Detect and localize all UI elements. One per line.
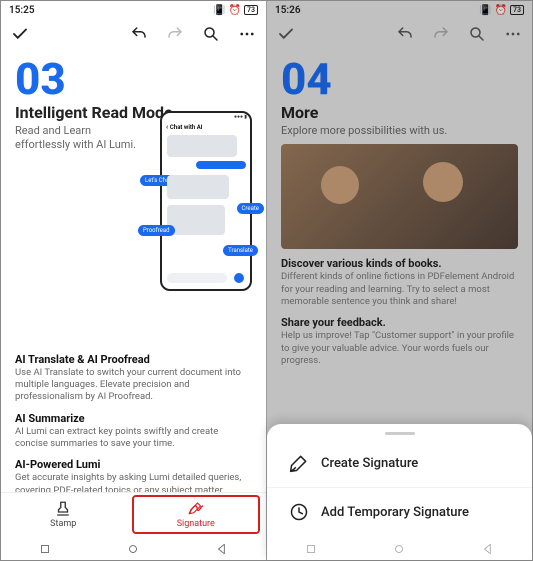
more-icon[interactable] — [238, 25, 256, 43]
bubble-translate: Translate — [223, 245, 258, 256]
feature-desc: AI Lumi can extract key points swiftly a… — [15, 426, 252, 451]
app-toolbar — [267, 19, 532, 49]
stamp-icon — [54, 500, 72, 518]
recent-apps-icon[interactable] — [38, 541, 52, 555]
page-subtitle: Read and Learn effortlessly with AI Lumi… — [15, 124, 145, 153]
done-icon[interactable] — [277, 25, 295, 43]
battery-badge: 73 — [510, 5, 524, 15]
home-icon[interactable] — [392, 541, 406, 555]
left-phone: 15:25 📳 ⏰ 73 03 Intelligent Read Mode Re… — [1, 1, 266, 560]
send-icon — [234, 273, 244, 283]
pen-icon — [289, 453, 309, 473]
section-desc: Help us improve! Tap "Customer support" … — [281, 330, 518, 367]
recent-apps-icon[interactable] — [304, 541, 318, 555]
feature-desc: Get accurate insights by asking Lumi det… — [15, 472, 252, 492]
system-navbar — [267, 536, 532, 560]
page-number: 03 — [15, 57, 252, 101]
status-bar: 15:26 📳 ⏰ 73 — [267, 1, 532, 19]
sheet-item-temp-signature[interactable]: Add Temporary Signature — [267, 487, 532, 536]
bottom-item-stamp[interactable]: Stamp — [1, 493, 126, 536]
done-icon[interactable] — [11, 25, 29, 43]
undo-icon[interactable] — [130, 25, 148, 43]
feature-title: AI Translate & AI Proofread — [15, 353, 252, 366]
signature-sheet: Create Signature Add Temporary Signature — [267, 424, 532, 560]
sheet-label: Create Signature — [321, 456, 418, 471]
sheet-item-create-signature[interactable]: Create Signature — [267, 439, 532, 487]
page-number: 04 — [281, 57, 518, 101]
section-desc: Different kinds of online fictions in PD… — [281, 271, 518, 308]
feature-desc: Use AI Translate to switch your current … — [15, 367, 252, 404]
undo-icon[interactable] — [396, 25, 414, 43]
system-navbar — [1, 536, 266, 560]
bubble-create: Create — [237, 203, 264, 214]
bottom-bar: Stamp Signature — [1, 492, 266, 536]
feature-title: AI-Powered Lumi — [15, 458, 252, 471]
more-icon[interactable] — [504, 25, 522, 43]
back-icon[interactable] — [215, 541, 229, 555]
alarm-icon: ⏰ — [495, 5, 507, 16]
vibrate-icon: 📳 — [213, 5, 225, 16]
app-toolbar — [1, 19, 266, 49]
page-title: More — [281, 103, 518, 122]
sheet-grabber[interactable] — [385, 432, 415, 435]
onboarding-content: 03 Intelligent Read Mode Read and Learn … — [1, 49, 266, 492]
redo-icon[interactable] — [166, 25, 184, 43]
status-time: 15:25 — [9, 5, 35, 16]
redo-icon[interactable] — [432, 25, 450, 43]
sheet-label: Add Temporary Signature — [321, 505, 469, 520]
section-title: Discover various kinds of books. — [281, 257, 518, 270]
vibrate-icon: 📳 — [479, 5, 491, 16]
bottom-label: Stamp — [50, 519, 76, 529]
signature-icon — [187, 500, 205, 518]
clock-icon — [289, 502, 309, 522]
battery-badge: 73 — [244, 5, 258, 15]
alarm-icon: ⏰ — [229, 5, 241, 16]
search-icon[interactable] — [468, 25, 486, 43]
search-icon[interactable] — [202, 25, 220, 43]
feature-title: AI Summarize — [15, 412, 252, 425]
bottom-label: Signature — [177, 519, 215, 529]
feature-list: AI Translate & AI ProofreadUse AI Transl… — [15, 353, 252, 492]
status-bar: 15:25 📳 ⏰ 73 — [1, 1, 266, 19]
bottom-item-signature[interactable]: Signature — [132, 495, 261, 534]
right-phone: 15:26 📳 ⏰ 73 04 More Explore more possib… — [267, 1, 532, 560]
hero-photo — [281, 144, 518, 249]
home-icon[interactable] — [126, 541, 140, 555]
status-time: 15:26 — [275, 5, 301, 16]
section-title: Share your feedback. — [281, 316, 518, 329]
back-icon[interactable] — [481, 541, 495, 555]
phone-mockup: ●●● ▮ ‹ Chat with AI Let's Chat Create P… — [160, 111, 252, 291]
bubble-proofread: Proofread — [138, 225, 175, 236]
page-subtitle: Explore more possibilities with us. — [281, 124, 518, 138]
mock-title: ‹ Chat with AI — [162, 121, 250, 133]
